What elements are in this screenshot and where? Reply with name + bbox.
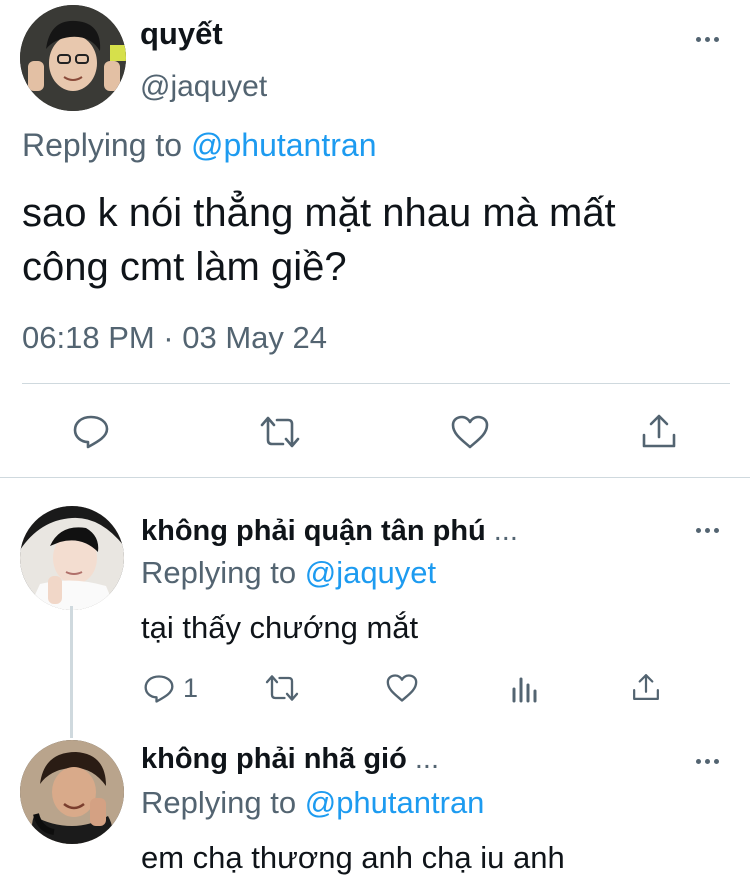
ellipsis: ... — [414, 743, 439, 775]
separator — [0, 477, 750, 478]
reply-icon — [73, 415, 109, 449]
retweet-icon — [265, 675, 299, 701]
avatar[interactable] — [20, 740, 124, 844]
reply-text: em chạ thương anh chạ iu anh — [141, 840, 565, 875]
reply-author-name[interactable]: không phải nhã gió... — [141, 743, 439, 776]
share-button[interactable] — [631, 672, 661, 702]
share-icon — [633, 674, 659, 700]
avatar[interactable] — [20, 506, 124, 610]
reply-text: tại thấy chướng mắt — [141, 610, 419, 645]
author-name[interactable]: quyết — [140, 16, 223, 52]
ellipsis: ... — [493, 515, 518, 547]
author-handle[interactable]: @jaquyet — [140, 70, 267, 104]
share-icon — [642, 414, 676, 448]
replying-mention[interactable]: @phutantran — [305, 785, 485, 820]
divider — [22, 383, 730, 384]
main-tweet: quyết @jaquyet Replying to @phutantran s… — [0, 0, 750, 478]
replying-to: Replying to @phutantran — [141, 785, 484, 821]
reply-button[interactable]: 1 — [143, 673, 198, 704]
reply-count: 1 — [183, 673, 199, 703]
replying-prefix: Replying to — [22, 127, 183, 163]
like-button[interactable] — [385, 673, 419, 703]
reply-author-name-text[interactable]: không phải quận tân phú — [141, 515, 486, 547]
analytics-icon — [512, 677, 537, 703]
replying-to: Replying to @phutantran — [22, 127, 376, 164]
retweet-button[interactable] — [258, 414, 302, 450]
reply-author-name-text[interactable]: không phải nhã gió — [141, 743, 407, 775]
retweet-icon — [260, 416, 300, 448]
like-button[interactable] — [450, 414, 490, 450]
replying-to: Replying to @jaquyet — [141, 555, 436, 591]
like-icon — [386, 674, 418, 702]
retweet-button[interactable] — [263, 673, 301, 703]
like-icon — [451, 415, 489, 449]
tweet-text: sao k nói thẳng mặt nhau mà mất công cmt… — [22, 186, 732, 294]
share-button[interactable] — [640, 412, 678, 450]
reply-button[interactable] — [72, 414, 110, 450]
replying-prefix: Replying to — [141, 785, 297, 820]
thread-line — [70, 606, 73, 738]
reply-author-name[interactable]: không phải quận tân phú... — [141, 515, 518, 548]
more-options-icon[interactable] — [695, 756, 721, 766]
replying-mention[interactable]: @jaquyet — [305, 555, 436, 590]
analytics-button[interactable] — [511, 675, 539, 703]
reply-icon — [144, 674, 174, 703]
replying-prefix: Replying to — [141, 555, 297, 590]
tweet-text-line: sao k nói thẳng mặt nhau mà mất — [22, 191, 616, 235]
timestamp[interactable]: 06:18 PM · 03 May 24 — [22, 320, 327, 356]
replying-mention[interactable]: @phutantran — [191, 127, 377, 163]
more-options-icon[interactable] — [695, 34, 721, 44]
more-options-icon[interactable] — [695, 525, 721, 535]
avatar[interactable] — [20, 5, 126, 111]
tweet-text-line: công cmt làm giề? — [22, 245, 347, 289]
